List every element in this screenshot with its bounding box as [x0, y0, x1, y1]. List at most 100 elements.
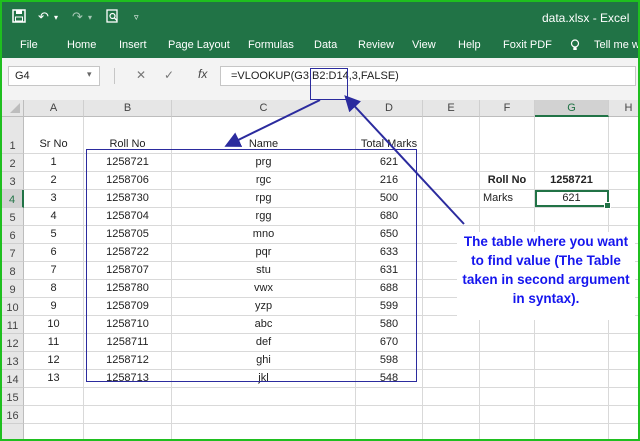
empty-cell[interactable]: [480, 117, 535, 154]
empty-cell[interactable]: [24, 424, 84, 439]
tab-data[interactable]: Data: [314, 39, 337, 51]
column-header-f[interactable]: F: [480, 100, 535, 117]
empty-cell[interactable]: [172, 406, 356, 424]
empty-cell[interactable]: [356, 406, 423, 424]
roll-no-cell[interactable]: 1258722: [84, 244, 172, 262]
empty-cell[interactable]: [84, 388, 172, 406]
cancel-entry-icon[interactable]: ✕: [136, 68, 146, 82]
empty-cell[interactable]: [172, 424, 356, 439]
total-marks-cell[interactable]: 599: [356, 298, 423, 316]
redo-icon[interactable]: ↷: [72, 9, 83, 25]
tab-review[interactable]: Review: [358, 39, 394, 51]
empty-cell[interactable]: [84, 406, 172, 424]
total-marks-cell[interactable]: 598: [356, 352, 423, 370]
save-icon[interactable]: [12, 9, 26, 26]
roll-no-cell[interactable]: 1258730: [84, 190, 172, 208]
row-header[interactable]: 14: [2, 370, 24, 388]
empty-cell[interactable]: [423, 154, 480, 172]
name-cell[interactable]: rgc: [172, 172, 356, 190]
insert-function-button[interactable]: fx: [198, 67, 207, 81]
tab-view[interactable]: View: [412, 39, 436, 51]
row-header[interactable]: 1: [2, 117, 24, 154]
empty-cell[interactable]: [24, 388, 84, 406]
empty-cell[interactable]: [535, 154, 609, 172]
header-cell-total-marks[interactable]: Total Marks: [356, 117, 423, 154]
empty-cell[interactable]: [172, 388, 356, 406]
sr-no-cell[interactable]: 12: [24, 352, 84, 370]
total-marks-cell[interactable]: 631: [356, 262, 423, 280]
roll-no-cell[interactable]: 1258780: [84, 280, 172, 298]
total-marks-cell[interactable]: 688: [356, 280, 423, 298]
row-header[interactable]: 4: [2, 190, 24, 208]
empty-cell[interactable]: [423, 117, 480, 154]
row-header[interactable]: 5: [2, 208, 24, 226]
roll-no-cell[interactable]: 1258706: [84, 172, 172, 190]
redo-dropdown-icon[interactable]: ▾: [88, 13, 92, 22]
header-cell-sr-no[interactable]: Sr No: [24, 117, 84, 154]
empty-cell[interactable]: [423, 190, 480, 208]
row-header[interactable]: 2: [2, 154, 24, 172]
row-header[interactable]: 12: [2, 334, 24, 352]
empty-cell[interactable]: [480, 154, 535, 172]
confirm-entry-icon[interactable]: ✓: [164, 68, 174, 82]
header-cell-roll-no[interactable]: Roll No: [84, 117, 172, 154]
empty-cell[interactable]: [535, 424, 609, 439]
empty-cell[interactable]: [609, 424, 638, 439]
column-header-a[interactable]: A: [24, 100, 84, 117]
undo-icon[interactable]: ↶: [38, 9, 49, 25]
select-all-corner[interactable]: [2, 100, 24, 117]
sr-no-cell[interactable]: 10: [24, 316, 84, 334]
row-header[interactable]: [2, 424, 24, 439]
empty-cell[interactable]: [356, 388, 423, 406]
roll-no-cell[interactable]: 1258710: [84, 316, 172, 334]
sr-no-cell[interactable]: 13: [24, 370, 84, 388]
empty-cell[interactable]: [480, 334, 535, 352]
roll-no-cell[interactable]: 1258713: [84, 370, 172, 388]
row-header[interactable]: 10: [2, 298, 24, 316]
column-header-h[interactable]: H: [609, 100, 638, 117]
name-cell[interactable]: abc: [172, 316, 356, 334]
total-marks-cell[interactable]: 621: [356, 154, 423, 172]
customize-qat-icon[interactable]: ▿: [134, 12, 139, 23]
empty-cell[interactable]: [480, 370, 535, 388]
name-cell[interactable]: rpg: [172, 190, 356, 208]
sr-no-cell[interactable]: 2: [24, 172, 84, 190]
name-box[interactable]: G4 ▾: [8, 66, 100, 86]
row-header[interactable]: 9: [2, 280, 24, 298]
empty-cell[interactable]: [535, 352, 609, 370]
sr-no-cell[interactable]: 3: [24, 190, 84, 208]
empty-cell[interactable]: [535, 370, 609, 388]
header-cell-name[interactable]: Name: [172, 117, 356, 154]
row-header[interactable]: 8: [2, 262, 24, 280]
tab-page-layout[interactable]: Page Layout: [168, 39, 230, 51]
total-marks-cell[interactable]: 500: [356, 190, 423, 208]
empty-cell[interactable]: [84, 424, 172, 439]
sr-no-cell[interactable]: 11: [24, 334, 84, 352]
empty-cell[interactable]: [423, 370, 480, 388]
empty-cell[interactable]: [356, 424, 423, 439]
tab-help[interactable]: Help: [458, 39, 481, 51]
empty-cell[interactable]: [480, 388, 535, 406]
empty-cell[interactable]: [609, 352, 638, 370]
empty-cell[interactable]: [423, 406, 480, 424]
print-preview-icon[interactable]: [106, 9, 119, 26]
name-cell[interactable]: def: [172, 334, 356, 352]
name-cell[interactable]: prg: [172, 154, 356, 172]
tab-insert[interactable]: Insert: [119, 39, 147, 51]
empty-cell[interactable]: [423, 334, 480, 352]
tab-foxit-pdf[interactable]: Foxit PDF: [503, 39, 552, 51]
lookup-roll-label[interactable]: Roll No: [480, 172, 535, 190]
column-header-e[interactable]: E: [423, 100, 480, 117]
name-cell[interactable]: pqr: [172, 244, 356, 262]
total-marks-cell[interactable]: 650: [356, 226, 423, 244]
roll-no-cell[interactable]: 1258704: [84, 208, 172, 226]
name-cell[interactable]: mno: [172, 226, 356, 244]
empty-cell[interactable]: [423, 388, 480, 406]
column-header-d[interactable]: D: [356, 100, 423, 117]
sr-no-cell[interactable]: 7: [24, 262, 84, 280]
name-cell[interactable]: yzp: [172, 298, 356, 316]
empty-cell[interactable]: [535, 406, 609, 424]
lookup-marks-label[interactable]: Marks: [480, 190, 535, 208]
empty-cell[interactable]: [535, 334, 609, 352]
empty-cell[interactable]: [24, 406, 84, 424]
